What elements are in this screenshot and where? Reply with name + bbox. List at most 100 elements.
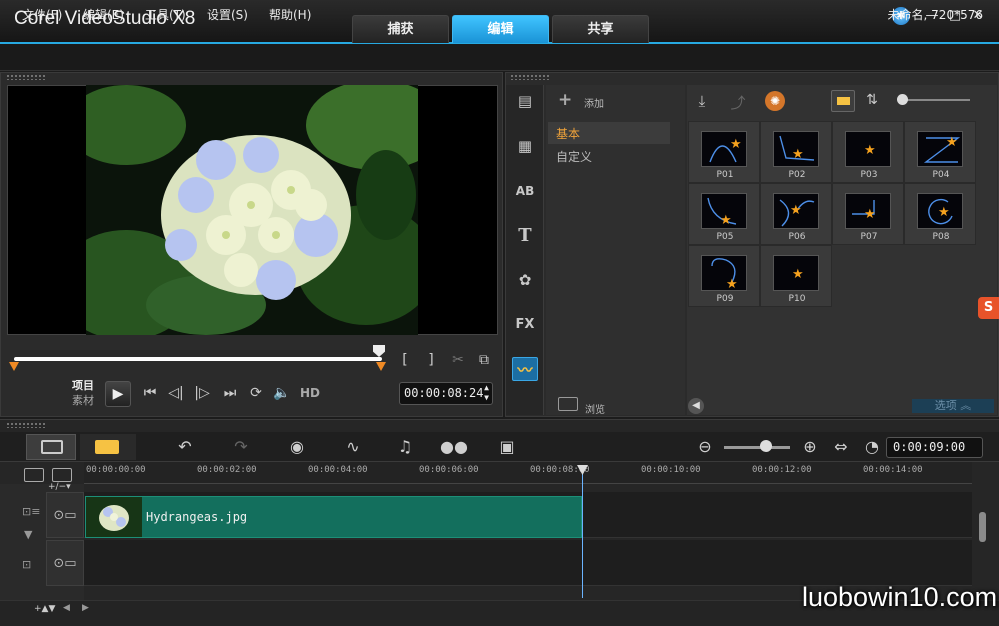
- library-grip[interactable]: [510, 74, 550, 80]
- options-button[interactable]: 选项 ︽: [912, 399, 994, 413]
- category-basic[interactable]: 基本: [548, 122, 670, 144]
- path-preview: ★: [701, 193, 747, 229]
- menu-bar: [0, 44, 999, 71]
- filter-icon[interactable]: FX: [512, 313, 538, 337]
- thumbnail-size-knob[interactable]: [897, 94, 908, 105]
- mode-project[interactable]: 项目: [60, 378, 94, 393]
- path-preview: ★: [701, 131, 747, 167]
- fit-project-icon[interactable]: ⇔: [828, 436, 854, 458]
- next-frame-icon[interactable]: |▷: [193, 385, 211, 401]
- track-lock-icon[interactable]: ⊡≡: [22, 505, 40, 518]
- browse-button[interactable]: 浏览: [585, 401, 605, 416]
- trim-out-marker[interactable]: [376, 362, 386, 371]
- timeline-grip[interactable]: [6, 422, 46, 428]
- hd-preview-button[interactable]: HD: [300, 386, 320, 400]
- video-track-icon[interactable]: ⊙▭: [46, 492, 84, 538]
- category-custom[interactable]: 自定义: [556, 148, 592, 165]
- path-thumbnail-label: P02: [788, 170, 806, 180]
- volume-icon[interactable]: 🔈: [273, 385, 291, 401]
- path-icon[interactable]: 〰: [512, 357, 538, 381]
- auto-music-icon[interactable]: ♫: [392, 436, 418, 458]
- path-settings-icon[interactable]: ✺: [765, 91, 785, 111]
- timeline-vertical-scrollbar[interactable]: [979, 512, 986, 542]
- path-thumbnail[interactable]: ★ P01: [688, 121, 760, 183]
- mark-in-icon[interactable]: [: [398, 352, 412, 368]
- zoom-out-icon[interactable]: ⊖: [692, 436, 718, 458]
- split-clip-icon[interactable]: ✂: [450, 352, 466, 368]
- list-view-icon[interactable]: [831, 90, 855, 112]
- import-path-icon[interactable]: ⤓: [692, 92, 712, 110]
- track-expand-icon[interactable]: ▼: [24, 528, 42, 541]
- tab-share[interactable]: 共享: [552, 15, 649, 43]
- add-remove-track-icon[interactable]: +∕−▾: [48, 482, 71, 492]
- end-icon[interactable]: ⏭: [221, 385, 239, 401]
- overlay-lock-icon[interactable]: ⊡: [22, 558, 40, 571]
- add-button[interactable]: 添加: [584, 95, 604, 110]
- path-thumbnail[interactable]: ★ P03: [832, 121, 904, 183]
- path-thumbnail[interactable]: ★ P04: [904, 121, 976, 183]
- home-icon[interactable]: ⏮: [141, 385, 159, 401]
- tab-capture[interactable]: 捕获: [352, 15, 449, 43]
- export-path-icon[interactable]: ⤴: [728, 92, 748, 113]
- scrub-bar[interactable]: [14, 357, 382, 361]
- zoom-knob[interactable]: [760, 440, 772, 452]
- browse-icon[interactable]: [558, 397, 578, 411]
- transition-icon[interactable]: AB: [512, 179, 538, 203]
- path-thumbnail[interactable]: ★ P09: [688, 245, 760, 307]
- scroll-left-icon[interactable]: ◀: [63, 603, 70, 613]
- timeline-clip[interactable]: Hydrangeas.jpg: [85, 496, 582, 538]
- motion-tracking-icon[interactable]: ●●: [440, 436, 468, 458]
- path-thumbnail[interactable]: ★ P02: [760, 121, 832, 183]
- add-track-icon[interactable]: +▲▼: [34, 604, 55, 614]
- path-thumbnail[interactable]: ★ P08: [904, 183, 976, 245]
- timecode-spinner-icon[interactable]: ▲ ▼: [484, 383, 489, 403]
- sogou-badge-icon[interactable]: S: [978, 297, 999, 319]
- timecode-field[interactable]: 00:00:08:24 ▲ ▼: [399, 382, 493, 405]
- timeline-icon: [95, 440, 119, 454]
- thumbnail-size-slider[interactable]: [900, 99, 970, 101]
- timeline-view-button[interactable]: [80, 434, 136, 460]
- play-button[interactable]: ▶: [105, 381, 131, 407]
- undo-icon[interactable]: ↶: [172, 436, 198, 458]
- instant-project-icon[interactable]: ▦: [512, 134, 538, 158]
- overlay-track[interactable]: [84, 540, 972, 586]
- enlarge-preview-icon[interactable]: ⧉: [476, 352, 492, 368]
- subtitle-editor-icon[interactable]: ▣: [494, 436, 520, 458]
- chapter-point-icon[interactable]: [52, 468, 72, 482]
- menu-settings[interactable]: 设置(S): [207, 6, 248, 23]
- record-capture-icon[interactable]: ◉: [284, 436, 310, 458]
- menu-help[interactable]: 帮助(H): [269, 6, 311, 23]
- graphic-icon[interactable]: ✿: [512, 268, 538, 292]
- panel-grip[interactable]: [6, 74, 46, 80]
- trim-in-marker[interactable]: [9, 362, 19, 371]
- path-thumbnail[interactable]: ★ P05: [688, 183, 760, 245]
- zoom-in-icon[interactable]: ⊕: [797, 436, 823, 458]
- path-thumbnail[interactable]: ★ P07: [832, 183, 904, 245]
- menu-tools[interactable]: 工具(T): [145, 6, 186, 23]
- playhead-line: [582, 470, 583, 598]
- media-icon[interactable]: ▤: [512, 89, 538, 113]
- sound-mixer-icon[interactable]: ∿: [340, 436, 366, 458]
- zoom-slider[interactable]: [724, 446, 790, 449]
- mode-clip[interactable]: 素材: [60, 393, 94, 408]
- title-icon[interactable]: T: [512, 224, 538, 248]
- add-icon[interactable]: +: [558, 90, 572, 110]
- track-manager-icon[interactable]: [24, 468, 44, 482]
- path-thumbnail[interactable]: ★ P06: [760, 183, 832, 245]
- menu-file[interactable]: 文件(F): [22, 6, 62, 23]
- overlay-track-icon[interactable]: ⊙▭: [46, 540, 84, 586]
- star-icon: ★: [720, 213, 732, 228]
- star-icon: ★: [792, 267, 804, 282]
- menu-edit[interactable]: 编辑(E): [83, 6, 124, 23]
- storyboard-view-button[interactable]: [26, 434, 76, 460]
- sort-icon[interactable]: ⇅: [862, 92, 882, 108]
- gallery-scroll-left-icon[interactable]: ◀: [688, 398, 704, 414]
- scroll-right-icon[interactable]: ▶: [82, 603, 89, 613]
- previous-frame-icon[interactable]: ◁|: [167, 385, 185, 401]
- tab-edit[interactable]: 编辑: [452, 15, 549, 43]
- clip-name: Hydrangeas.jpg: [146, 510, 248, 524]
- repeat-icon[interactable]: ⟳: [247, 385, 265, 401]
- mark-out-icon[interactable]: ]: [424, 352, 438, 368]
- redo-icon[interactable]: ↷: [228, 436, 254, 458]
- path-thumbnail[interactable]: ★ P10: [760, 245, 832, 307]
